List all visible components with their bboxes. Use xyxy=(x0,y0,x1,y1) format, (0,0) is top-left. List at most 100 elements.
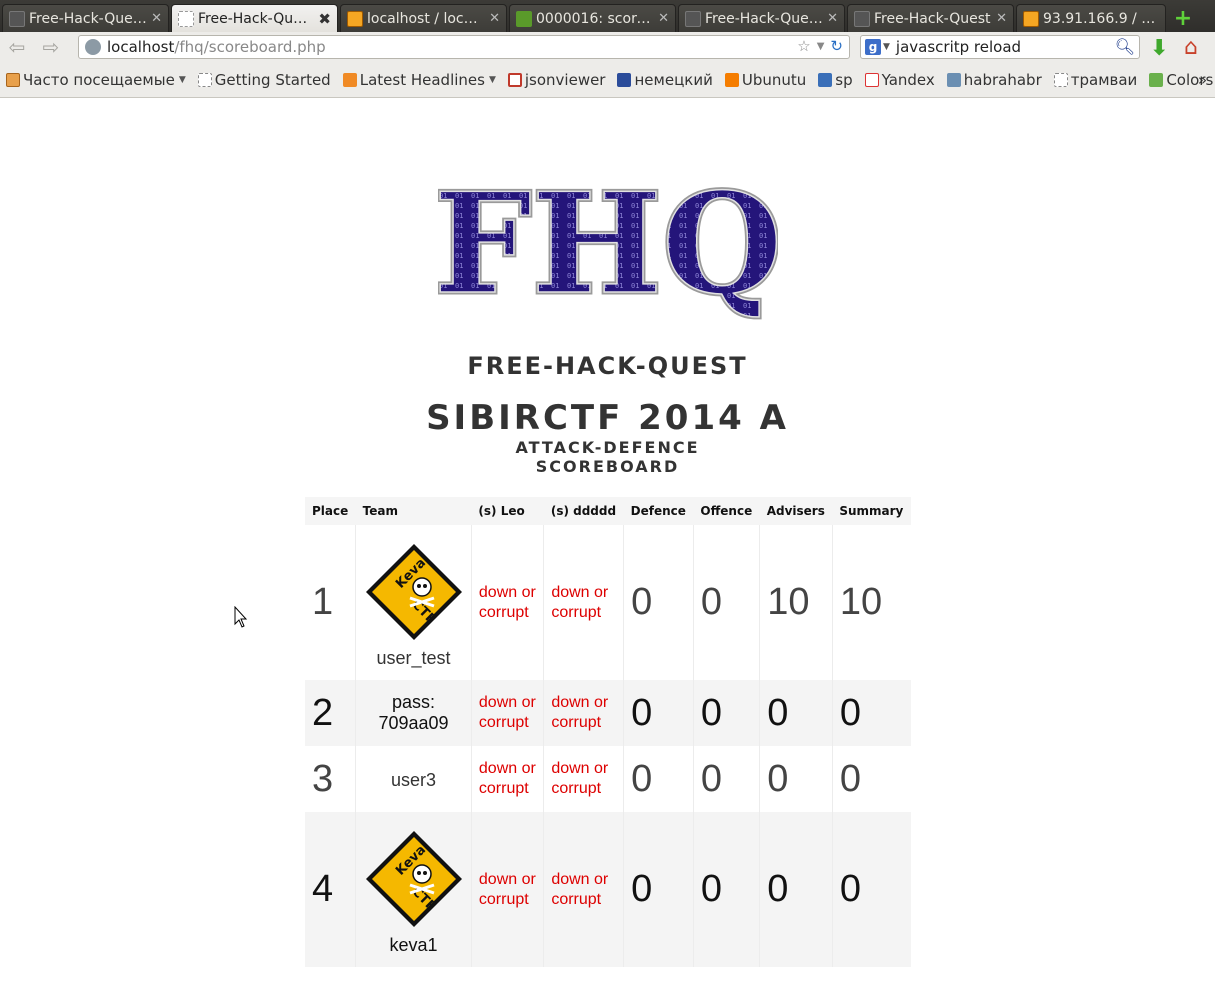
chevron-down-icon[interactable]: ▼ xyxy=(883,42,890,52)
tab-title: Free-Hack-Quest xyxy=(198,10,315,27)
defence-cell: 0 xyxy=(623,525,694,680)
tab-free-hack-quests-1[interactable]: Free-Hack-Quests ✕ xyxy=(2,4,169,32)
status-text: corrupt xyxy=(551,890,602,908)
status-text: down or xyxy=(478,870,536,888)
tab-title: localhost / loca… xyxy=(367,10,486,27)
bookmark-jsonviewer[interactable]: jsonviewer xyxy=(507,71,605,89)
download-arrow-icon[interactable]: ⬇ xyxy=(1150,36,1168,61)
status-text: corrupt xyxy=(551,780,602,797)
bookmark-label: habrahabr xyxy=(963,70,1042,89)
bookmark-german[interactable]: немецкий xyxy=(617,70,713,89)
chevron-down-icon[interactable]: ▼ xyxy=(817,37,825,57)
phpmyadmin-icon xyxy=(1023,10,1039,27)
status-text: corrupt xyxy=(478,890,529,908)
service-status-ddddd: down or corrupt xyxy=(543,525,624,680)
new-tab-plus-icon[interactable]: + xyxy=(1170,5,1196,31)
tab-title: 0000016: score… xyxy=(536,10,655,27)
team-cell: Keva CTF keva1 xyxy=(355,812,472,967)
status-text: corrupt xyxy=(551,714,602,731)
tab-mantis-issue[interactable]: 0000016: score… ✕ xyxy=(509,4,676,32)
defence-cell: 0 xyxy=(623,812,694,967)
header-service-leo: (s) Leo xyxy=(471,497,544,525)
tab-free-hack-quests-2[interactable]: Free-Hack-Quests ✕ xyxy=(678,4,845,32)
bookmark-label: Latest Headlines xyxy=(359,70,485,89)
fhq-logo: 01 FHQ FHQ xyxy=(438,180,778,322)
keva-ctf-logo: Keva CTF xyxy=(365,831,462,927)
tab-title: Free-Hack-Quests xyxy=(705,10,824,27)
status-text: down or xyxy=(551,694,609,711)
bookmarks-toolbar: Часто посещаемые ▼ Getting Started Lates… xyxy=(0,62,1215,98)
bookmark-sp[interactable]: sp xyxy=(818,71,853,89)
tab-free-hack-quest-2[interactable]: Free-Hack-Quest ✕ xyxy=(847,4,1014,32)
blogger-icon xyxy=(724,72,739,87)
chevron-down-icon: ▼ xyxy=(488,74,496,85)
phpmyadmin-icon xyxy=(347,10,363,27)
event-type-line: Attack-Defence xyxy=(515,438,700,457)
magnifier-icon[interactable]: 🔍︎ xyxy=(1115,37,1135,56)
dark-page-icon xyxy=(854,10,870,27)
status-text: down or xyxy=(551,583,609,601)
bookmark-latest-headlines[interactable]: Latest Headlines ▼ xyxy=(342,70,496,89)
url-path: /fhq/scoreboard.php xyxy=(174,38,326,56)
header-offence: Offence xyxy=(693,497,760,525)
tab-remote-phpmyadmin[interactable]: 93.91.166.9 / lo… xyxy=(1016,4,1166,32)
close-icon[interactable]: ✕ xyxy=(489,11,500,26)
header-place: Place xyxy=(305,497,356,525)
search-bar[interactable]: g ▼ javascritp reload 🔍︎ xyxy=(860,35,1140,59)
mouse-pointer-icon xyxy=(234,606,248,628)
advisers-cell: 10 xyxy=(759,525,833,680)
forward-arrow-icon[interactable]: ⇨ xyxy=(34,35,68,59)
status-text: corrupt xyxy=(478,714,529,731)
close-icon[interactable]: ✕ xyxy=(827,11,838,26)
bookmark-yandex[interactable]: Yandex xyxy=(864,71,935,89)
home-icon[interactable]: ⌂ xyxy=(1184,35,1198,60)
header-defence: Defence xyxy=(623,497,694,525)
offence-cell: 0 xyxy=(692,746,760,812)
keva-ctf-logo: Keva CTF xyxy=(365,544,462,640)
place-cell: 3 xyxy=(305,746,356,812)
team-cell: Keva CTF user_test xyxy=(355,525,472,680)
dark-page-icon xyxy=(9,10,25,27)
logo-text-outline: FHQ xyxy=(438,180,778,322)
bookmark-label: немецкий xyxy=(634,70,713,89)
search-input[interactable]: javascritp reload xyxy=(896,38,1021,56)
chevron-right-icon[interactable]: » xyxy=(1198,71,1207,89)
event-name: SibirCTF 2014 A xyxy=(426,398,789,438)
colors-icon xyxy=(1149,72,1164,87)
bookmark-most-visited[interactable]: Часто посещаемые ▼ xyxy=(6,71,186,89)
star-bookmark-icon[interactable]: ☆ xyxy=(797,37,810,57)
service-status-leo: down or corrupt xyxy=(470,812,544,967)
close-icon[interactable]: ✖ xyxy=(318,10,331,28)
close-icon[interactable]: ✕ xyxy=(658,11,669,26)
bookmark-habrahabr[interactable]: habrahabr xyxy=(946,70,1042,89)
bookmark-label: Часто посещаемые xyxy=(23,70,175,89)
close-icon[interactable]: ✕ xyxy=(151,11,162,26)
google-icon[interactable]: g xyxy=(865,39,881,55)
close-icon[interactable]: ✕ xyxy=(996,11,1007,26)
tab-title: 93.91.166.9 / lo… xyxy=(1043,10,1159,27)
table-row: 1 Keva CTF user_test down or corrupt dow… xyxy=(305,525,911,680)
tab-localhost-phpmyadmin[interactable]: localhost / loca… ✕ xyxy=(340,4,507,32)
bookmark-getting-started[interactable]: Getting Started xyxy=(197,71,331,89)
defence-cell: 0 xyxy=(623,746,694,812)
table-header-row: Place Team (s) Leo (s) ddddd Defence Off… xyxy=(305,497,911,525)
status-text: corrupt xyxy=(478,603,529,621)
reload-icon[interactable]: ↻ xyxy=(830,37,843,57)
address-bar[interactable]: localhost/fhq/scoreboard.php ☆ ▼ ↻ xyxy=(78,35,850,59)
service-status-ddddd: down or corrupt xyxy=(543,746,624,812)
header-advisers: Advisers xyxy=(759,497,833,525)
place-cell: 1 xyxy=(305,525,356,680)
bookmark-ubunutu[interactable]: Ubunutu xyxy=(724,71,806,89)
header-service-ddddd: (s) ddddd xyxy=(543,497,624,525)
status-text: corrupt xyxy=(551,603,602,621)
bookmark-trams[interactable]: трамваи xyxy=(1053,71,1137,89)
summary-cell: 0 xyxy=(831,746,911,812)
team-name: keva1 xyxy=(389,935,438,955)
header-summary: Summary xyxy=(832,497,911,525)
service-status-leo: down or corrupt xyxy=(470,746,544,812)
back-arrow-icon[interactable]: ⇦ xyxy=(0,35,34,59)
yandex-icon xyxy=(864,72,879,87)
tab-free-hack-quest-active[interactable]: Free-Hack-Quest ✖ xyxy=(171,4,338,32)
status-text: corrupt xyxy=(478,780,529,797)
status-text: down or xyxy=(478,760,536,777)
